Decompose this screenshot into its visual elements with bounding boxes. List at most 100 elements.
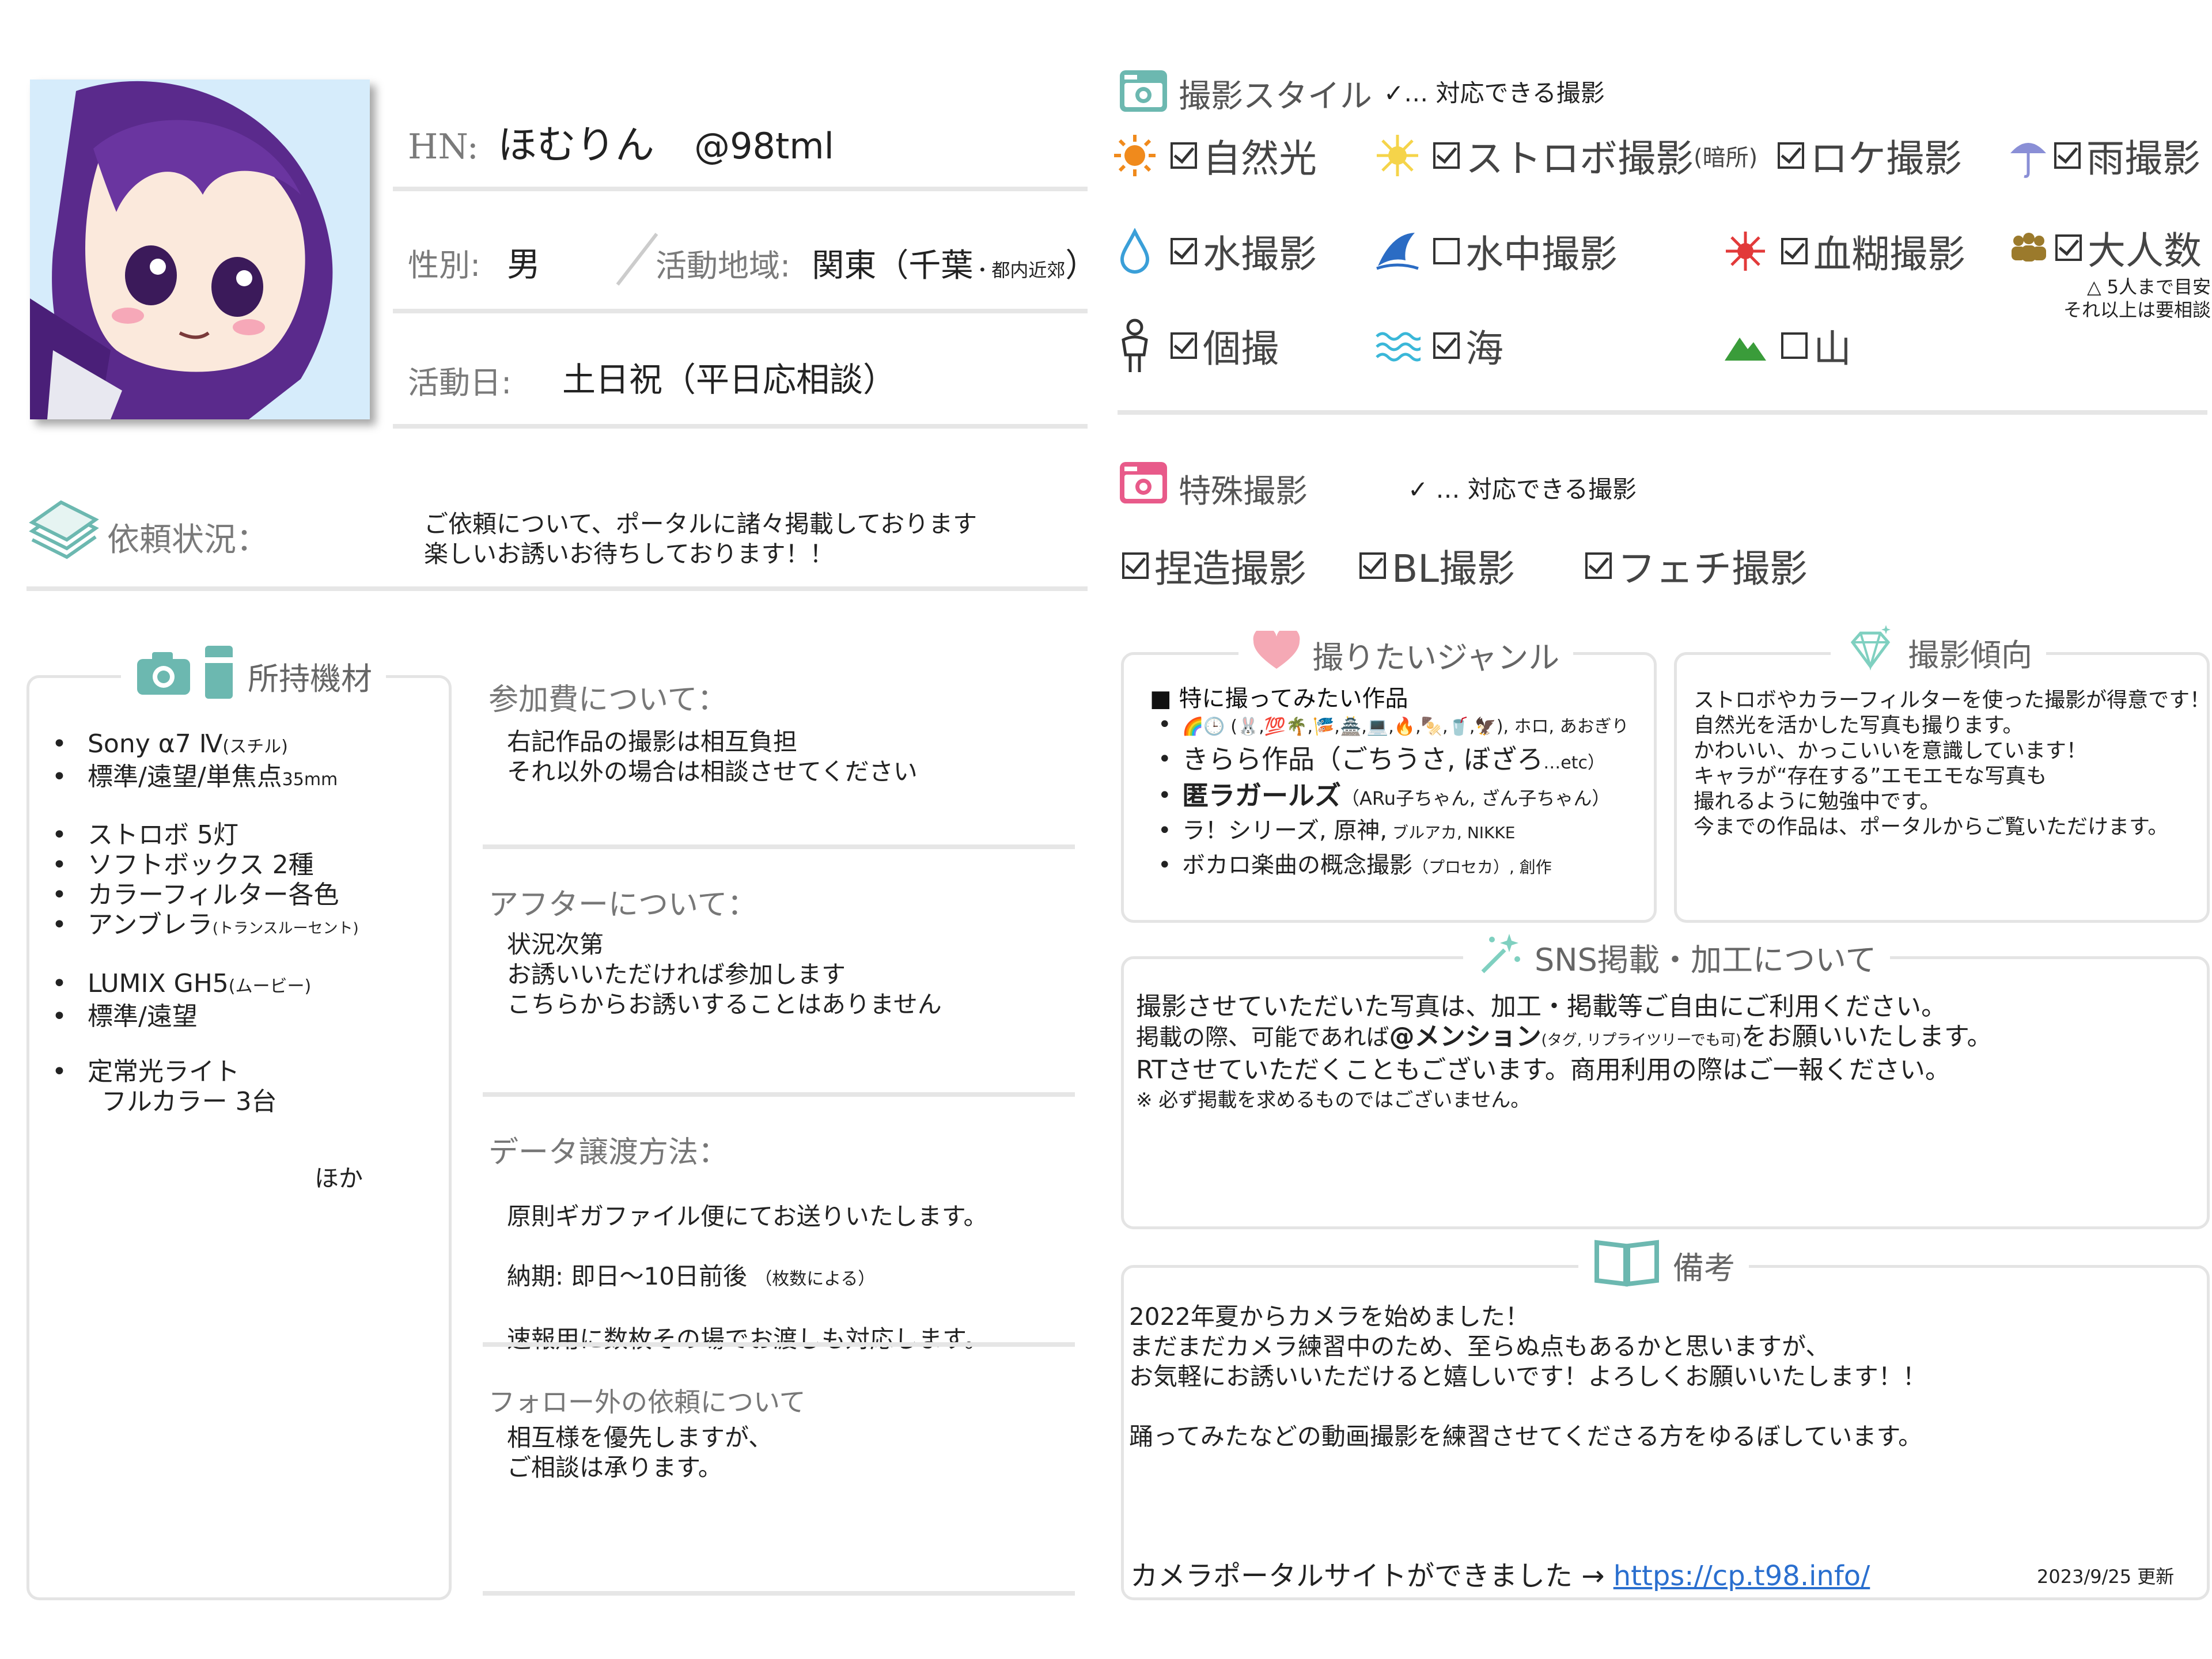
style-label: 大人数 (2088, 229, 2202, 273)
remarks-line: まだまだカメラ練習中のため、至らぬ点もあるかと思いますが、 (1129, 1332, 1830, 1361)
water-drop-icon (1112, 228, 1158, 274)
camera-icon (135, 646, 198, 706)
style-label: 山 (1813, 327, 1851, 371)
diamond-icon (1844, 623, 1896, 682)
wave-icon (1374, 323, 1421, 369)
tendency-line: ストロボやカラーフィルターを使った撮影が得意です！ (1694, 688, 2211, 712)
sns-line: RTさせていただくこともございます。商用利用の際はご一報ください。 (1136, 1055, 1950, 1085)
camera-icon (1119, 69, 1168, 113)
group-note-line: それ以上は要相談 (2063, 299, 2211, 321)
divider (483, 1342, 1075, 1347)
genre-main: きらら作品（ごちうさ, ぼざろ (1182, 744, 1544, 775)
style-label: 個撮 (1203, 327, 1279, 371)
divider (393, 187, 1088, 191)
sns-line-text: をお願いいたします。 (1741, 1022, 1993, 1051)
checkbox (1171, 142, 1197, 169)
flash-icon (1374, 132, 1421, 179)
style-label: 海 (1465, 327, 1503, 371)
sns-line-text: 掲載の際、可能であれば (1136, 1024, 1389, 1051)
sns-heading: SNS掲載・加工について (1535, 941, 1877, 978)
list-item: アンブレラ(トランスルーセント) (30, 910, 433, 944)
style-item-water: 水撮影 (1112, 224, 1317, 279)
list-item: Sony α7 Ⅳ(スチル) (30, 729, 433, 762)
list-item: ボカロ楽曲の概念撮影（プロセカ）, 創作 (1150, 849, 1645, 884)
style-item-natural-light: 自然光 (1112, 128, 1317, 183)
checkbox (2055, 234, 2082, 261)
style-item-mountain: 山 (1722, 318, 1851, 373)
style-title: 撮影スタイル (1179, 78, 1372, 115)
area-label: 活動地域: (656, 248, 791, 284)
remarks-line: 2022年夏からカメラを始めました！ (1129, 1302, 1529, 1331)
special-title: 特殊撮影 (1179, 473, 1308, 510)
special-label: 捏造撮影 (1154, 547, 1306, 591)
divider (483, 1092, 1075, 1097)
sns-line: 撮影させていただいた写真は、加工・掲載等ご自由にご利用ください。 (1136, 992, 1947, 1021)
style-item-rain: 雨撮影 (2008, 128, 2200, 183)
remarks-text: 2022年夏からカメラを始めました！ まだまだカメラ練習中のため、至らぬ点もある… (1129, 1302, 1927, 1452)
group-note-line: △ 5人まで目安 (2046, 275, 2211, 298)
genre-list: 🌈🕒 (🐰,💯🌴,🎏,🏯,💻,🔥,🍢,🥤,🦅), ホロ, あおぎり きらら作品（… (1150, 709, 1645, 884)
list-item: 🌈🕒 (🐰,💯🌴,🎏,🏯,💻,🔥,🍢,🥤,🦅), ホロ, あおぎり (1150, 709, 1645, 743)
style-label: ロケ撮影 (1810, 137, 1962, 181)
sns-title: SNS掲載・加工について (1463, 930, 1891, 984)
triangle-icon: △ (2087, 276, 2101, 298)
style-label: 自然光 (1203, 137, 1317, 181)
mountain-icon (1722, 323, 1768, 369)
checkbox (1171, 238, 1197, 264)
genre-main: ボカロ楽曲の概念撮影 (1182, 852, 1412, 878)
sns-text: 撮影させていただいた写真は、加工・掲載等ご自由にご利用ください。 掲載の際、可能… (1136, 992, 1992, 1115)
style-item-personal: 個撮 (1112, 318, 1279, 373)
follow-heading: フォロー外の依頼について (488, 1387, 806, 1418)
equipment-item: カラーフィルター各色 (88, 880, 339, 910)
heart-icon (1252, 627, 1301, 679)
equipment-item: ストロボ 5灯 (88, 820, 238, 850)
camera-icon (1119, 461, 1168, 505)
gender-label: 性別: (408, 247, 481, 283)
list-item: フルカラー 3台 (30, 1087, 433, 1117)
equipment-title: 所持機材 (121, 644, 386, 707)
remarks-line: お気軽にお誘いいただけると嬉しいです！よろしくお願いいたします！！ (1129, 1362, 1927, 1391)
special-item-fetish: フェチ撮影 (1585, 538, 1808, 593)
genre-sub: ブルアカ, NIKKE (1387, 823, 1516, 842)
data-line: 速報用に数枚その場でお渡しも対応します。 (507, 1325, 988, 1353)
checkbox (1781, 332, 1808, 359)
equipment-heading: 所持機材 (248, 660, 372, 697)
remarks-heading: 備考 (1673, 1249, 1735, 1286)
divider (393, 424, 1088, 429)
list-item: 匿ラガールズ（ARu子ちゃん, ざん子ちゃん） (1150, 779, 1645, 815)
book-icon (1592, 1236, 1661, 1295)
divider (393, 309, 1088, 313)
genre-main: 🌈🕒 (🐰,💯🌴,🎏,🏯,💻,🔥,🍢,🥤,🦅) (1182, 717, 1503, 737)
style-item-sea: 海 (1374, 318, 1503, 373)
style-item-underwater: 水中撮影 (1374, 224, 1618, 279)
shark-fin-icon (1374, 228, 1421, 274)
slash-divider (611, 230, 662, 288)
tendency-line: 撮れるように勉強中です。 (1694, 790, 1941, 813)
sparkle-wand-icon (1477, 930, 1523, 984)
group-note: △ 5人まで目安 それ以上は要相談 (2046, 275, 2211, 321)
avatar (30, 79, 370, 419)
tendency-line: キャラが“存在する”エモエモな写真も (1694, 764, 2047, 788)
tendency-line: かわいい、かっこいいを意識しています！ (1694, 739, 2087, 763)
list-item: LUMIX GH5(ムービー) (30, 969, 433, 1002)
style-label-note: (暗所) (1694, 145, 1758, 171)
list-item: 標準/遠望/単焦点35mm (30, 762, 433, 795)
equipment-item: 標準/遠望/単焦点 (88, 762, 282, 791)
style-label: ストロボ撮影 (1465, 137, 1694, 181)
updated-date: 2023/9/25 更新 (2037, 1566, 2175, 1588)
portal-link[interactable]: https://cp.t98.info/ (1613, 1560, 1870, 1592)
fee-body: 右記作品の撮影は相互負担 それ以外の場合は相談させてください (507, 728, 918, 786)
equipment-item: ソフトボックス 2種 (88, 850, 314, 880)
checkbox (1778, 142, 1804, 169)
genre-sub: （ARu子ちゃん, ざん子ちゃん） (1341, 787, 1611, 809)
data-body: 原則ギガファイル便にてお送りいたします。 納期: 即日〜10日前後 （枚数による… (507, 1172, 988, 1384)
genre-heading: 撮りたいジャンル (1312, 639, 1560, 676)
hn-label: HN: (408, 127, 479, 167)
request-text: ご依頼について、ポータルに諸々掲載しております 楽しいお誘いお待ちしております！… (424, 509, 977, 569)
equipment-item-note: 35mm (282, 770, 338, 790)
list-item: ストロボ 5灯 (30, 820, 433, 850)
equipment-list: Sony α7 Ⅳ(スチル) 標準/遠望/単焦点35mm ストロボ 5灯 ソフト… (30, 729, 433, 1117)
checkbox (1359, 552, 1386, 579)
days-value: 土日祝（平日応相談） (562, 360, 897, 399)
tendency-title: 撮影傾向 (1831, 623, 2046, 682)
